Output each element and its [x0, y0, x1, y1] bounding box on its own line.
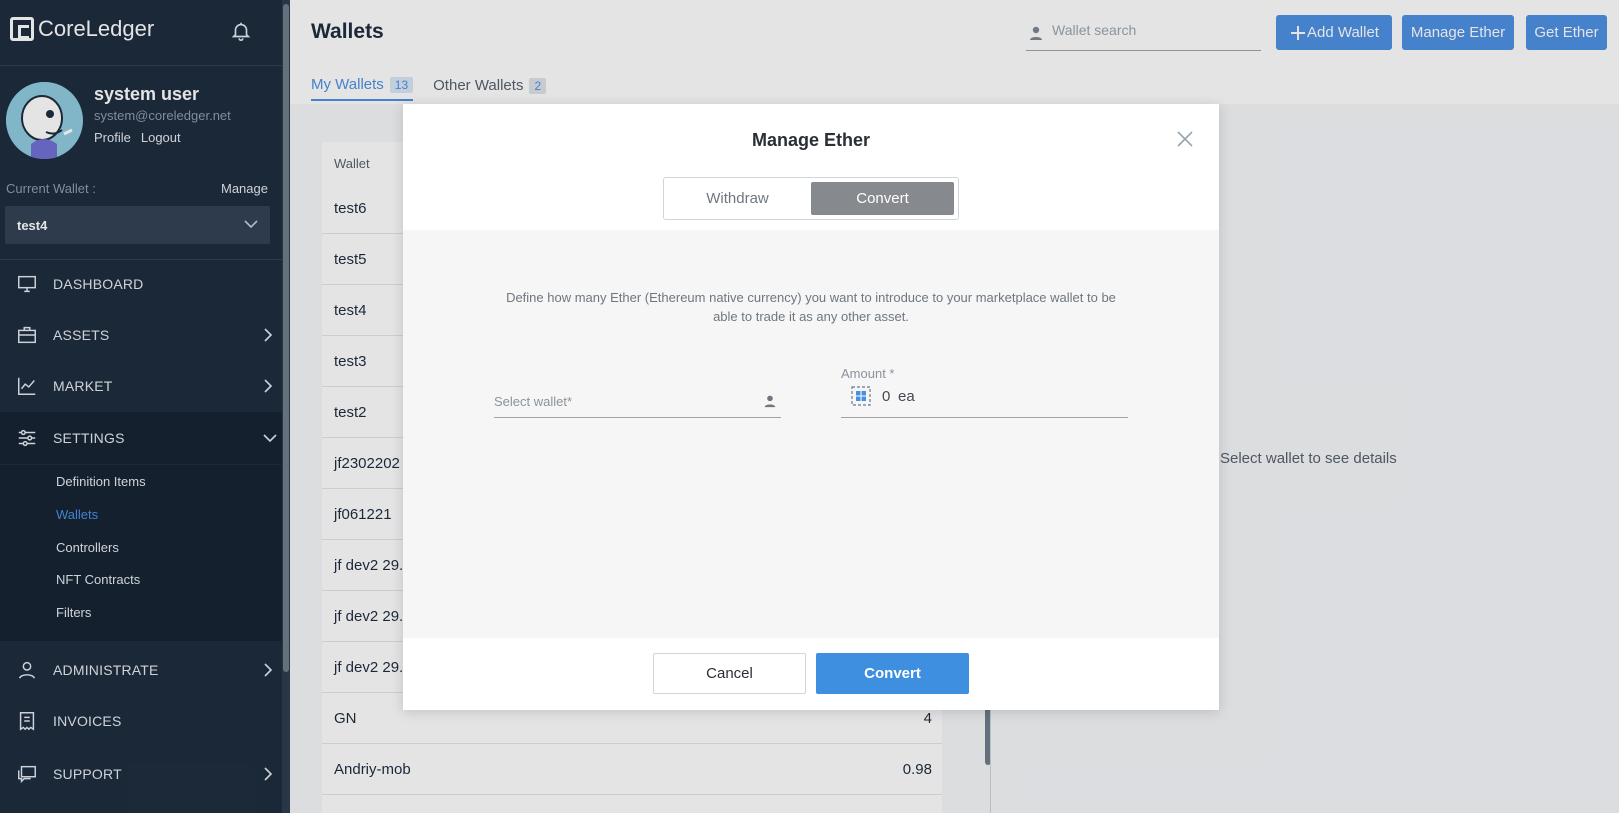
convert-option[interactable]: Convert: [811, 182, 954, 215]
amount-unit: ea: [898, 388, 915, 405]
manage-ether-modal: Manage Ether Withdraw Convert Define how…: [403, 104, 1219, 710]
person-icon: [764, 395, 776, 408]
cancel-button[interactable]: Cancel: [653, 653, 806, 694]
app: CoreLedger system user system@coreledger…: [0, 0, 1619, 813]
withdraw-option[interactable]: Withdraw: [666, 182, 809, 215]
mode-toggle: Withdraw Convert: [663, 177, 959, 220]
modal-description: Define how many Ether (Ethereum native c…: [506, 290, 1116, 324]
asset-icon: [851, 386, 871, 406]
modal-body: Define how many Ether (Ethereum native c…: [403, 230, 1219, 638]
close-icon[interactable]: [1176, 130, 1194, 148]
select-wallet-field[interactable]: Select wallet*: [494, 378, 781, 418]
convert-button[interactable]: Convert: [816, 653, 969, 694]
amount-field[interactable]: Amount * 0 ea: [841, 366, 1128, 418]
amount-label: Amount *: [841, 366, 895, 381]
modal-title: Manage Ether: [751, 130, 871, 150]
select-wallet-placeholder: Select wallet*: [494, 394, 573, 409]
amount-value: 0: [882, 388, 891, 405]
